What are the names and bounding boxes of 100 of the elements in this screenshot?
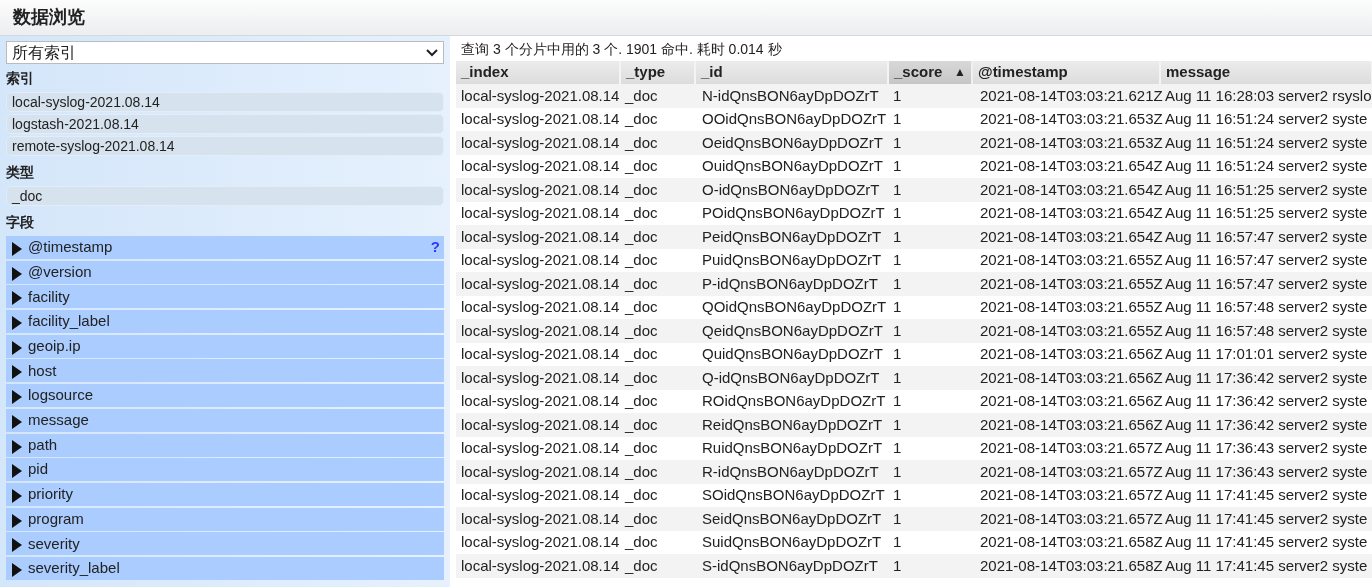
table-cell: PeidQnsBON6ayDpDOZrT	[695, 225, 888, 249]
table-cell: local-syslog-2021.08.14	[456, 436, 620, 460]
table-cell: local-syslog-2021.08.14	[456, 201, 620, 225]
table-cell: RuidQnsBON6ayDpDOZrT	[695, 436, 888, 460]
table-cell: ROidQnsBON6ayDpDOZrT	[695, 389, 888, 413]
table-cell: local-syslog-2021.08.14	[456, 483, 620, 507]
table-cell: SuidQnsBON6ayDpDOZrT	[695, 530, 888, 554]
table-cell: local-syslog-2021.08.14	[456, 295, 620, 319]
expand-triangle-icon	[12, 365, 22, 380]
expand-triangle-icon	[12, 439, 22, 454]
table-cell: local-syslog-2021.08.14	[456, 107, 620, 131]
table-cell: 1	[888, 295, 972, 319]
table-cell: 1	[888, 389, 972, 413]
table-cell: 1	[888, 225, 972, 249]
field-item[interactable]: severity_label	[6, 556, 444, 580]
expand-triangle-icon	[12, 242, 22, 256]
table-cell: _doc	[620, 154, 695, 178]
index-item[interactable]: remote-syslog-2021.08.14	[6, 136, 444, 156]
field-item[interactable]: program	[6, 507, 444, 531]
field-item[interactable]: path	[6, 433, 444, 457]
column-header[interactable]: _score ▲	[888, 61, 972, 84]
table-cell: SOidQnsBON6ayDpDOZrT	[695, 483, 888, 507]
table-cell: _doc	[620, 413, 695, 437]
table-cell: N-idQnsBON6ayDpDOZrT	[695, 84, 888, 108]
page-title: 数据浏览	[13, 6, 85, 29]
help-link[interactable]: ?	[430, 236, 440, 259]
column-header[interactable]: @timestamp	[972, 61, 1160, 84]
table-cell: local-syslog-2021.08.14	[456, 366, 620, 390]
table-cell: local-syslog-2021.08.14	[456, 131, 620, 155]
expand-triangle-icon	[12, 538, 22, 553]
table-cell: 1	[888, 507, 972, 531]
table-cell: local-syslog-2021.08.14	[456, 389, 620, 413]
table-cell: _doc	[620, 131, 695, 155]
table-cell: local-syslog-2021.08.14	[456, 272, 620, 296]
table-cell: local-syslog-2021.08.14	[456, 225, 620, 249]
table-cell: R-idQnsBON6ayDpDOZrT	[695, 460, 888, 484]
table-cell: QOidQnsBON6ayDpDOZrT	[695, 295, 888, 319]
table-cell: 1	[888, 248, 972, 272]
field-item[interactable]: facility_label	[6, 310, 444, 334]
field-item[interactable]: severity	[6, 532, 444, 556]
field-item[interactable]: @version	[6, 260, 444, 284]
field-item[interactable]: facility	[6, 285, 444, 309]
table-cell: POidQnsBON6ayDpDOZrT	[695, 201, 888, 225]
table-cell: local-syslog-2021.08.14	[456, 413, 620, 437]
section-heading: 类型	[6, 163, 34, 182]
column-header[interactable]: message	[1160, 61, 1372, 84]
table-cell: S-idQnsBON6ayDpDOZrT	[695, 554, 888, 578]
column-header[interactable]: _id	[695, 61, 888, 84]
table-cell: 1	[888, 413, 972, 437]
table-cell: _doc	[620, 436, 695, 460]
field-item[interactable]: pid	[6, 458, 444, 482]
field-item[interactable]: priority	[6, 482, 444, 506]
table-cell: _doc	[620, 554, 695, 578]
column-header[interactable]: _type	[620, 61, 695, 84]
table-cell: local-syslog-2021.08.14	[456, 460, 620, 484]
table-cell: OOidQnsBON6ayDpDOZrT	[695, 107, 888, 131]
table-cell: 1	[888, 530, 972, 554]
table-cell: ReidQnsBON6ayDpDOZrT	[695, 413, 888, 437]
table-cell: 1	[888, 272, 972, 296]
table-cell: _doc	[620, 319, 695, 343]
table-cell: _doc	[620, 530, 695, 554]
table-cell: local-syslog-2021.08.14	[456, 342, 620, 366]
index-item[interactable]: local-syslog-2021.08.14	[6, 92, 444, 112]
table-cell: _doc	[620, 366, 695, 390]
table-cell: _doc	[620, 248, 695, 272]
query-summary: 查询 3 个分片中用的 3 个. 1901 命中. 耗时 0.014 秒	[460, 40, 783, 59]
expand-triangle-icon	[12, 562, 22, 577]
chevron-down-icon	[426, 48, 438, 57]
section-heading: 字段	[6, 213, 34, 232]
field-item[interactable]: @timestamp ?	[6, 236, 444, 259]
table-cell: _doc	[620, 342, 695, 366]
table-cell: 1	[888, 366, 972, 390]
table-cell: _doc	[620, 483, 695, 507]
table-cell: local-syslog-2021.08.14	[456, 178, 620, 202]
table-cell: OeidQnsBON6ayDpDOZrT	[695, 131, 888, 155]
table-cell: local-syslog-2021.08.14	[456, 84, 620, 108]
table-cell: _doc	[620, 84, 695, 108]
field-item[interactable]: message	[6, 408, 444, 432]
table-cell: 1	[888, 154, 972, 178]
table-cell: local-syslog-2021.08.14	[456, 154, 620, 178]
expand-triangle-icon	[12, 340, 22, 355]
index-select[interactable]: 所有索引	[6, 41, 444, 64]
table-cell: 1	[888, 319, 972, 343]
field-item[interactable]: geoip.ip	[6, 334, 444, 358]
field-item[interactable]: logsource	[6, 384, 444, 408]
table-cell: _doc	[620, 507, 695, 531]
expand-triangle-icon	[12, 513, 22, 528]
table-cell: P-idQnsBON6ayDpDOZrT	[695, 272, 888, 296]
table-cell: _doc	[620, 107, 695, 131]
index-item[interactable]: logstash-2021.08.14	[6, 114, 444, 134]
index-item[interactable]: _doc	[6, 186, 444, 206]
table-cell: _doc	[620, 178, 695, 202]
column-header[interactable]: _index	[456, 61, 620, 84]
section-heading: 索引	[6, 69, 34, 88]
table-cell: 1	[888, 107, 972, 131]
table-cell: 1	[888, 131, 972, 155]
field-item[interactable]: host	[6, 359, 444, 383]
expand-triangle-icon	[12, 464, 22, 479]
table-cell: local-syslog-2021.08.14	[456, 530, 620, 554]
expand-triangle-icon	[12, 390, 22, 405]
